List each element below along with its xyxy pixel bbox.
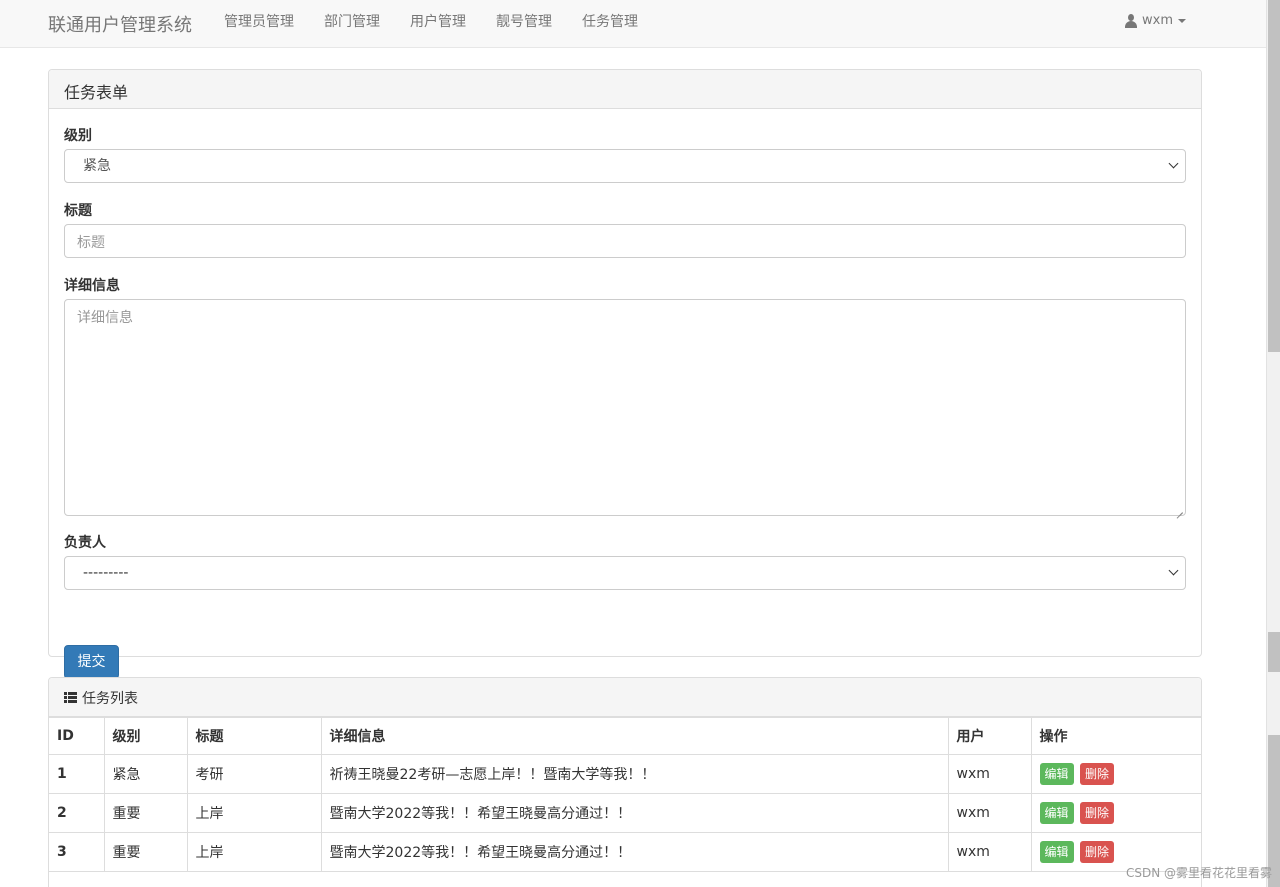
cell-detail: 暨南大学2022等我！！希望王晓曼高分通过！！ (320, 832, 949, 872)
csdn-watermark: CSDN @雾里看花花里看雾 (1125, 866, 1272, 880)
owner-label: 负责人 (64, 535, 106, 551)
page-scrollbar[interactable] (1266, 0, 1280, 887)
title-input[interactable]: 标题 (64, 224, 1186, 258)
cell-level: 重要 (103, 832, 188, 872)
user-menu-dropdown[interactable]: wxm (1124, 13, 1186, 28)
owner-select[interactable]: --------- (64, 556, 1186, 590)
task-list-heading: 任务列表 (49, 678, 1201, 717)
cell-id: 1 (49, 754, 105, 794)
owner-selected-value: --------- (83, 565, 129, 581)
user-icon (1124, 13, 1138, 28)
resize-grip-icon[interactable] (1175, 505, 1183, 513)
brand-title[interactable]: 联通用户管理系统 (48, 11, 192, 37)
cell-actions: 编辑 删除 (1030, 793, 1201, 833)
column-header-id: ID (49, 717, 105, 755)
column-header-level: 级别 (103, 717, 188, 755)
delete-button[interactable]: 删除 (1079, 802, 1114, 824)
cell-detail: 暨南大学2022等我！！希望王晓曼高分通过！！ (320, 793, 949, 833)
cell-detail: 祈祷王晓曼22考研—志愿上岸！！暨南大学等我！！ (320, 754, 949, 794)
cell-user: wxm (947, 754, 1032, 794)
cell-id: 3 (49, 832, 105, 872)
cell-actions: 编辑 删除 (1030, 754, 1201, 794)
submit-button[interactable]: 提交 (64, 645, 119, 679)
task-form-panel: 任务表单 级别 紧急 标题 标题 详细信息 详细信息 负责人 ---------… (48, 69, 1202, 679)
level-selected-value: 紧急 (83, 158, 111, 174)
column-header-actions: 操作 (1030, 717, 1201, 755)
chevron-down-icon (1169, 567, 1179, 577)
table-row: 3 重要 上岸 暨南大学2022等我！！希望王晓曼高分通过！！ wxm 编辑 删… (49, 832, 1201, 872)
detail-textarea[interactable]: 详细信息 (64, 299, 1186, 516)
edit-button[interactable]: 编辑 (1039, 763, 1074, 785)
level-label: 级别 (64, 128, 92, 144)
detail-placeholder: 详细信息 (77, 310, 133, 326)
edit-button[interactable]: 编辑 (1039, 802, 1074, 824)
cell-level: 紧急 (103, 754, 188, 794)
nav-link-task[interactable]: 任务管理 (567, 0, 653, 48)
cell-user: wxm (947, 793, 1032, 833)
detail-label: 详细信息 (64, 278, 120, 294)
table-row: 2 重要 上岸 暨南大学2022等我！！希望王晓曼高分通过！！ wxm 编辑 删… (49, 793, 1201, 833)
cell-title: 考研 (186, 754, 322, 794)
cell-id: 2 (49, 793, 105, 833)
nav-links: 管理员管理 部门管理 用户管理 靓号管理 任务管理 (209, 0, 653, 48)
nav-link-department[interactable]: 部门管理 (309, 0, 395, 48)
task-list-title: 任务列表 (82, 690, 138, 707)
edit-button[interactable]: 编辑 (1039, 841, 1074, 863)
chevron-down-icon (1169, 160, 1179, 170)
task-list-panel: 任务列表 ID 级别 标题 详细信息 用户 操作 1 紧急 考研 祈祷王晓曼22… (48, 677, 1202, 887)
delete-button[interactable]: 删除 (1079, 841, 1114, 863)
nav-link-user[interactable]: 用户管理 (395, 0, 481, 48)
top-navbar: 联通用户管理系统 管理员管理 部门管理 用户管理 靓号管理 任务管理 wxm (0, 0, 1266, 48)
delete-button[interactable]: 删除 (1079, 763, 1114, 785)
scrollbar-thumb-secondary[interactable] (1268, 632, 1280, 672)
cell-level: 重要 (103, 793, 188, 833)
nav-link-pretty-number[interactable]: 靓号管理 (481, 0, 567, 48)
column-header-detail: 详细信息 (320, 717, 949, 755)
column-header-user: 用户 (947, 717, 1032, 755)
nav-link-admin[interactable]: 管理员管理 (209, 0, 309, 48)
cell-user: wxm (947, 832, 1032, 872)
cell-title: 上岸 (186, 832, 322, 872)
task-form-heading: 任务表单 (49, 70, 1201, 109)
title-placeholder: 标题 (77, 235, 105, 251)
scrollbar-thumb[interactable] (1268, 0, 1280, 352)
list-icon (64, 692, 77, 703)
title-label: 标题 (64, 203, 92, 219)
column-header-title: 标题 (186, 717, 322, 755)
user-name: wxm (1142, 13, 1173, 28)
cell-title: 上岸 (186, 793, 322, 833)
level-select[interactable]: 紧急 (64, 149, 1186, 183)
caret-down-icon (1178, 18, 1186, 23)
table-header-row: ID 级别 标题 详细信息 用户 操作 (49, 717, 1201, 755)
table-row: 1 紧急 考研 祈祷王晓曼22考研—志愿上岸！！暨南大学等我！！ wxm 编辑 … (49, 754, 1201, 794)
task-table: ID 级别 标题 详细信息 用户 操作 1 紧急 考研 祈祷王晓曼22考研—志愿… (49, 717, 1201, 872)
